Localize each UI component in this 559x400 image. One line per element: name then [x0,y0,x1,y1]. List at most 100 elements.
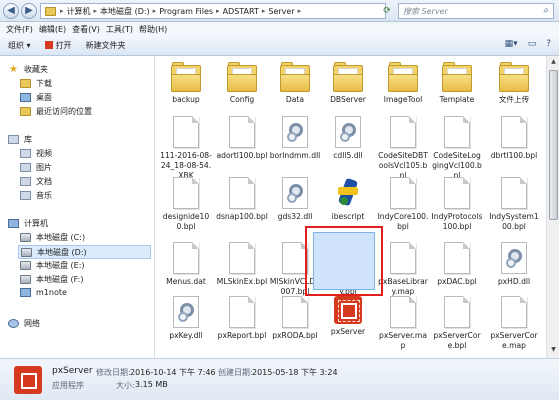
breadcrumb-adstart[interactable]: ADSTART [223,7,259,16]
file-name: gds32.dll [277,212,313,221]
file-item[interactable]: IndyProtocols100.bpl [431,177,483,232]
file-item[interactable]: dbrtl100.bpl [488,116,540,161]
file-item[interactable]: cdll5.dll [322,116,374,161]
nav-drive-f[interactable]: 本地磁盘 (F:) [20,274,83,285]
nav-documents[interactable]: 文档 [20,176,52,187]
folder-icon [280,62,310,92]
menu-help[interactable]: 帮助(H) [139,24,167,35]
file-item[interactable]: Template [431,62,483,105]
file-item[interactable]: CodeSiteDBToolsVcl105.bpl [377,116,429,181]
star-icon: ★ [9,64,18,75]
nav-video[interactable]: 视频 [20,148,52,159]
file-item[interactable]: CodeSiteLoggingVcl100.bpl [431,116,483,181]
nav-favorites[interactable]: ★ 收藏夹 [8,64,48,75]
file-icon [390,177,416,209]
file-name: 文件上传 [498,95,530,104]
breadcrumb-program-files[interactable]: Program Files [159,7,213,16]
file-item[interactable]: MLSkinEx.bpl [216,242,268,287]
nav-label: 最近访问的位置 [36,107,92,116]
back-button[interactable]: ◀ [3,3,19,19]
vertical-scrollbar[interactable]: ▲ ▼ [546,56,559,358]
details-size-label: 大小: [116,381,135,390]
file-item[interactable]: pxRODA.bpl [269,296,321,341]
file-item[interactable]: pxServerCore.map [488,296,540,351]
help-icon[interactable]: ? [546,39,551,49]
file-item[interactable]: ibescript [322,177,374,222]
file-name: designide100.bpl [162,212,210,231]
file-item[interactable]: pxReport.bpl [216,296,268,341]
menu-tools[interactable]: 工具(T) [106,24,133,35]
file-item[interactable]: pxServer.map [377,296,429,351]
file-item[interactable]: 文件上传 [488,62,540,105]
file-item[interactable]: pxServer [322,296,374,337]
nav-m1note[interactable]: m1note [20,288,67,297]
chevron-right-icon: ▸ [297,7,302,15]
file-item[interactable]: Data [269,62,321,105]
organize-button[interactable]: 组织 ▾ [8,40,31,51]
file-item[interactable]: dsnap100.bpl [216,177,268,222]
file-item[interactable]: pxHD.dll [488,242,540,287]
file-item[interactable]: designide100.bpl [160,177,212,232]
file-item[interactable]: Config [216,62,268,105]
dll-icon [335,116,361,148]
file-icon [390,116,416,148]
nav-label: 库 [24,135,32,144]
breadcrumb-server[interactable]: Server [268,7,294,16]
scroll-up-icon[interactable]: ▲ [549,58,558,68]
address-bar[interactable]: ▸ 计算机 ▸ 本地磁盘 (D:) ▸ Program Files ▸ ADST… [40,3,386,19]
breadcrumb-computer[interactable]: 计算机 [67,6,91,17]
new-folder-button[interactable]: 新建文件夹 [86,40,126,51]
chevron-right-icon: ▸ [93,7,98,15]
scroll-thumb[interactable] [549,70,558,220]
file-item[interactable]: pxServerCore.bpl [431,296,483,351]
search-input[interactable] [399,4,529,18]
nav-drive-d[interactable]: 本地磁盘 (D:) [18,245,151,259]
view-controls: ▦▾ ▭ ? [505,39,551,49]
nav-label: 本地磁盘 (D:) [37,247,87,257]
nav-recent[interactable]: 最近访问的位置 [20,106,92,117]
file-name: pxReport.bpl [217,331,267,340]
file-item[interactable]: adortl100.bpl [216,116,268,161]
forward-button[interactable]: ▶ [21,3,37,19]
preview-pane-icon[interactable]: ▭ [528,39,537,49]
file-name: pxServer [330,327,366,336]
nav-drive-e[interactable]: 本地磁盘 (E:) [20,260,85,271]
scroll-down-icon[interactable]: ▼ [549,346,558,356]
file-item[interactable]: pxKey.dll [160,296,212,341]
folder-icon [388,62,418,92]
chevron-right-icon: ▸ [216,7,220,15]
file-icon [444,296,470,328]
file-name: Template [439,95,475,104]
breadcrumb-drive-d[interactable]: 本地磁盘 (D:) [100,6,150,17]
menu-file[interactable]: 文件(F) [6,24,33,35]
file-item[interactable]: IndySystem100.bpl [488,177,540,232]
file-item[interactable]: 111-2016-08-24_18-08-54.XBK [160,116,212,181]
menu-view[interactable]: 查看(V) [72,24,100,35]
search-icon[interactable]: ⌕ [543,5,549,16]
nav-music[interactable]: 音乐 [20,190,52,201]
nav-libraries[interactable]: 库 [8,134,32,145]
file-item[interactable]: DBServer [322,62,374,105]
nav-desktop[interactable]: 桌面 [20,92,52,103]
nav-computer[interactable]: 计算机 [8,218,48,229]
file-item[interactable]: IndyCore100.bpl [377,177,429,232]
file-item[interactable]: ImageTool [377,62,429,105]
file-item[interactable]: pxDAC.bpl [431,242,483,287]
file-item[interactable]: borlndmm.dll [269,116,321,161]
nav-drive-c[interactable]: 本地磁盘 (C:) [20,232,85,243]
file-item[interactable]: backup [160,62,212,105]
view-options-icon[interactable]: ▦▾ [505,39,518,49]
refresh-icon[interactable]: ⟳ [380,3,394,19]
file-icon [229,116,255,148]
file-item[interactable]: Menus.dat [160,242,212,287]
nav-label: 文档 [36,177,52,186]
nav-label: 本地磁盘 (F:) [36,275,84,284]
nav-network[interactable]: 网络 [8,318,40,329]
open-button[interactable]: 打开 [44,40,72,51]
nav-pictures[interactable]: 图片 [20,162,52,173]
nav-downloads[interactable]: 下载 [20,78,52,89]
menu-edit[interactable]: 编辑(E) [39,24,66,35]
search-box[interactable]: ⌕ [398,3,554,19]
file-item[interactable]: pxBaseLibrary.map [377,242,429,297]
file-item[interactable]: gds32.dll [269,177,321,222]
